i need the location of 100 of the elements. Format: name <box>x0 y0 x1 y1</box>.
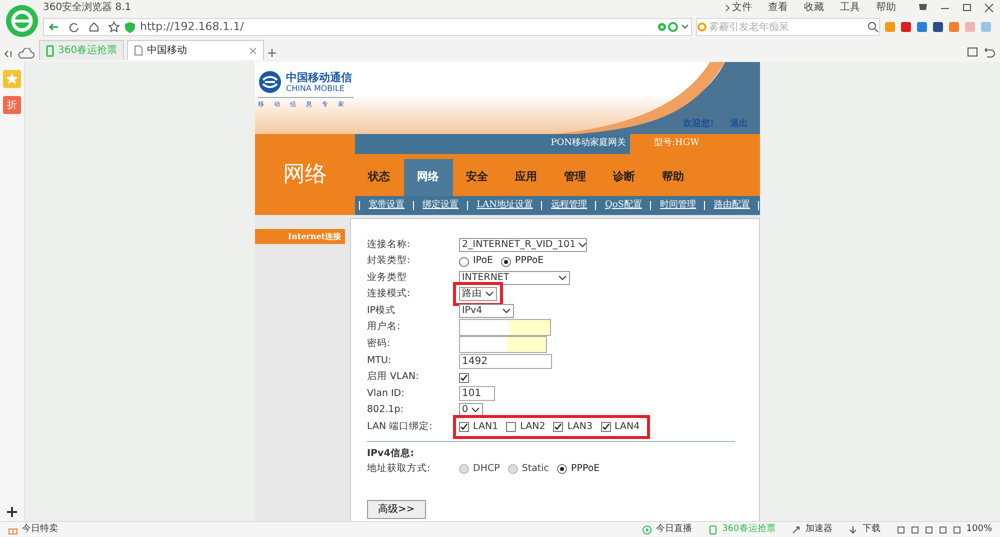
subnav-link[interactable]: 绑定设置 <box>422 198 459 212</box>
separator-icon <box>595 201 598 210</box>
phone-icon <box>46 44 54 56</box>
section-title: 网络 <box>255 134 355 215</box>
close-icon[interactable] <box>249 46 257 54</box>
radio-button[interactable] <box>501 256 512 267</box>
section-heading: IPv4信息: <box>367 446 414 461</box>
radio-button[interactable] <box>459 256 469 267</box>
window-title: 360安全浏览器 8.1 <box>43 0 132 15</box>
page-icon <box>134 45 143 56</box>
check-icon <box>460 374 468 382</box>
menu-item[interactable]: 帮助 <box>876 0 896 15</box>
subnav-link[interactable]: 宽带设置 <box>368 198 405 212</box>
select-field[interactable]: 路由 <box>459 287 497 302</box>
field-label: 封装类型: <box>367 254 412 268</box>
option-label: PPPoE <box>515 254 544 268</box>
status-link[interactable]: 今日特卖 <box>22 522 58 536</box>
star-icon[interactable] <box>107 20 121 34</box>
checkbox[interactable] <box>459 372 469 383</box>
menu-item[interactable]: 文件 <box>732 0 752 15</box>
field-label: 启用 VLAN: <box>367 370 420 384</box>
chevron-down-icon <box>471 407 480 414</box>
field-label: 802.1p: <box>367 403 404 418</box>
status-link[interactable]: 今日直播 <box>656 522 692 536</box>
browser-logo <box>5 4 39 38</box>
option-label: LAN4 <box>614 420 640 434</box>
close-icon[interactable] <box>982 1 996 14</box>
separator-icon <box>466 201 469 210</box>
chevron-down-icon <box>558 274 567 281</box>
input-field[interactable]: 1492 <box>459 354 552 369</box>
status-link[interactable]: 下载 <box>862 522 880 536</box>
field-label: MTU: <box>367 354 392 368</box>
separator-icon <box>541 201 544 210</box>
select-field[interactable]: IPv4 <box>459 304 514 318</box>
field-label: 用户名: <box>367 320 402 334</box>
add-icon[interactable] <box>6 506 18 518</box>
input-field[interactable]: 101 <box>459 386 495 402</box>
subnav-link[interactable]: 时间管理 <box>660 198 696 212</box>
menu-item[interactable]: 工具 <box>840 0 860 15</box>
nav-tab[interactable]: 帮助 <box>648 159 698 196</box>
field-label: IP模式 <box>367 304 397 318</box>
refresh-icon[interactable] <box>67 20 81 34</box>
check-icon <box>460 422 468 431</box>
search-icon[interactable] <box>867 21 879 33</box>
select-field[interactable]: INTERNET <box>459 270 570 285</box>
nav-tab[interactable]: 应用 <box>502 159 551 196</box>
menu-item[interactable]: 收藏 <box>804 0 824 15</box>
nav-tab[interactable]: 管理 <box>550 159 600 196</box>
brand-name-english: CHINA MOBILE <box>286 84 346 92</box>
address-bar[interactable]: http://192.168.1.1/ <box>43 18 692 36</box>
option-label: LAN3 <box>567 420 593 434</box>
select-field[interactable]: 2_INTERNET_R_VID_101 <box>459 238 587 252</box>
check-icon <box>602 422 610 431</box>
radio-button[interactable] <box>557 464 567 474</box>
subnav-link[interactable]: 远程管理 <box>551 198 588 212</box>
separator-icon <box>758 201 760 210</box>
subnav-link[interactable]: 路由配置 <box>714 198 750 212</box>
option-label: PPPoE <box>571 462 600 476</box>
nav-tab[interactable]: 网络 <box>404 159 453 196</box>
download-icon[interactable] <box>848 524 858 534</box>
nav-tab[interactable]: 状态 <box>354 159 404 196</box>
field-label: Vlan ID: <box>367 386 406 401</box>
brand-logo <box>258 70 282 94</box>
nav-tab[interactable]: 诊断 <box>600 159 649 196</box>
checkbox[interactable] <box>459 422 469 432</box>
checkbox[interactable] <box>506 422 516 432</box>
input-field[interactable] <box>459 336 547 353</box>
advanced-button[interactable]: 高级>> <box>367 500 426 519</box>
nav-tab[interactable]: 安全 <box>452 159 502 196</box>
checkbox[interactable] <box>600 422 611 432</box>
status-link[interactable]: 加速器 <box>805 522 832 536</box>
option-label: IPoE <box>473 254 494 268</box>
field-label: 密码: <box>367 337 392 352</box>
field-label: LAN 端口绑定: <box>367 420 434 434</box>
field-label: 连接名称: <box>367 238 412 252</box>
cloud-icon[interactable] <box>16 48 36 60</box>
chevron-icon[interactable] <box>724 2 732 12</box>
option-label: LAN1 <box>473 420 498 434</box>
subnav-link[interactable]: LAN地址设置 <box>476 198 534 212</box>
search-engine-icon <box>697 22 709 32</box>
separator-icon <box>650 201 652 210</box>
separator-icon <box>412 201 415 210</box>
maximize-icon[interactable] <box>960 1 974 14</box>
shield-icon <box>124 21 136 33</box>
status-link[interactable]: 100% <box>966 522 992 536</box>
field-label: 连接模式: <box>367 287 412 302</box>
url-text[interactable]: http://192.168.1.1/ <box>140 18 657 36</box>
menu-item[interactable]: 查看 <box>768 0 788 15</box>
field-label: 业务类型 <box>367 270 408 285</box>
subnav-link[interactable]: QoS配置 <box>605 198 642 212</box>
browser-tab[interactable]: 中国移动 <box>127 40 264 60</box>
field-label: 地址获取方式: <box>367 462 432 476</box>
checkbox[interactable] <box>553 422 564 432</box>
option-label: LAN2 <box>520 420 546 434</box>
home-icon[interactable] <box>87 20 101 34</box>
input-field[interactable] <box>459 318 551 336</box>
chevron-down-icon <box>485 291 494 298</box>
model-label: 型号:HGW <box>630 134 760 154</box>
check-icon <box>554 422 562 431</box>
separator-icon <box>704 201 706 210</box>
